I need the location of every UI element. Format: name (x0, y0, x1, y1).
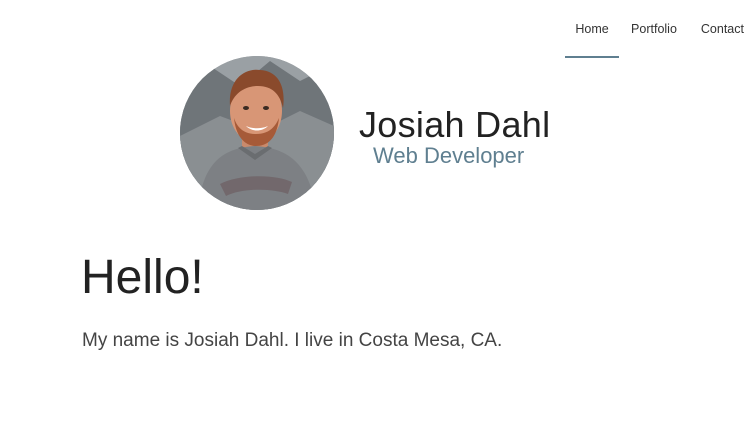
page: Home Portfolio Contact Josiah Dahl Web D… (0, 0, 750, 436)
profile-photo (180, 56, 334, 210)
intro-text: My name is Josiah Dahl. I live in Costa … (82, 330, 503, 351)
greeting-heading: Hello! (81, 251, 204, 304)
nav-portfolio-link[interactable]: Portfolio (619, 0, 689, 58)
nav-home-link[interactable]: Home (565, 0, 620, 58)
profile-role: Web Developer (373, 143, 525, 168)
nav-contact-link[interactable]: Contact (689, 0, 750, 58)
profile-name: Josiah Dahl (359, 104, 551, 145)
main-nav: Home Portfolio Contact (565, 0, 750, 58)
